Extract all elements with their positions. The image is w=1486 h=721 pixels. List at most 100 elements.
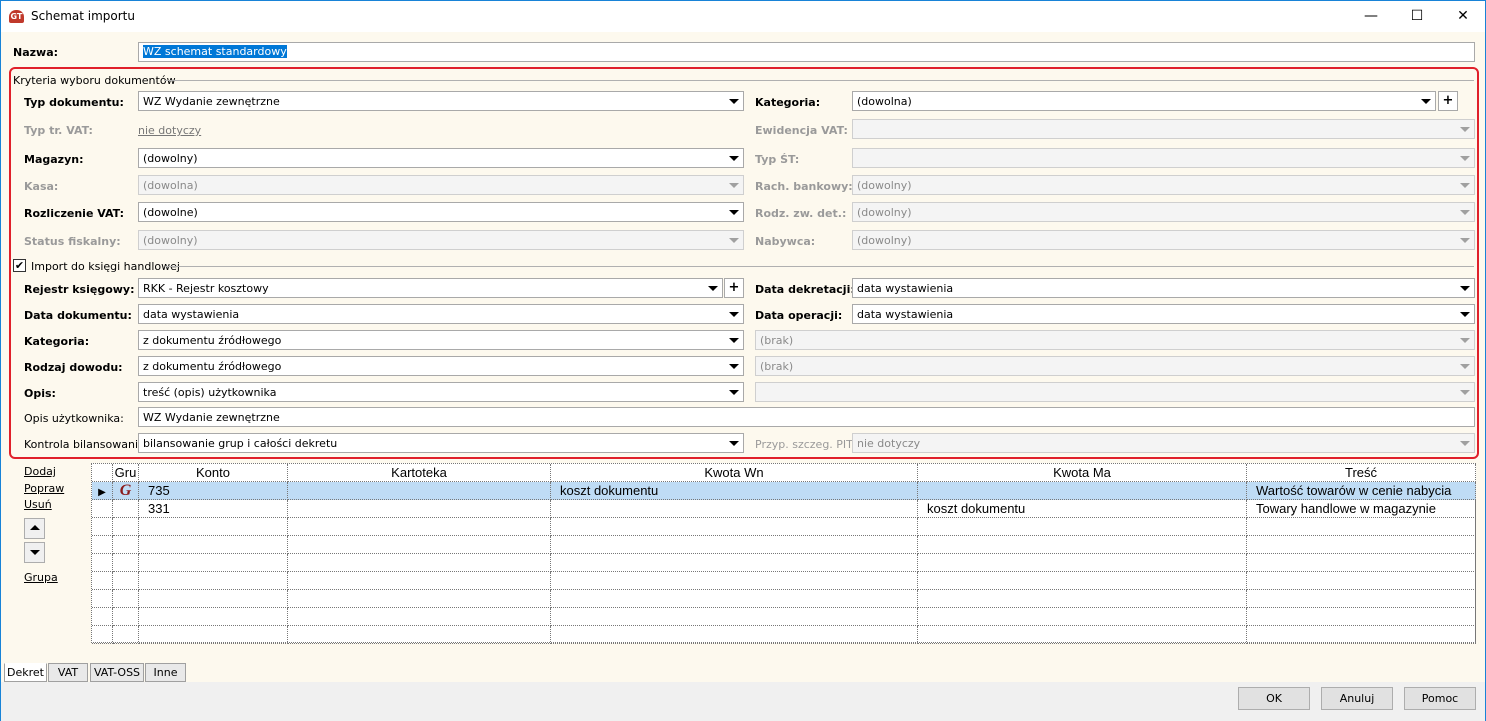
- table-row-cell[interactable]: Wartość towarów w cenie nabycia: [1247, 482, 1476, 500]
- kontrola-dropdown[interactable]: bilansowanie grup i całości dekretu: [138, 433, 744, 453]
- table-row-cell[interactable]: [918, 482, 1247, 500]
- empty-row-cell[interactable]: [551, 554, 918, 572]
- empty-row-cell[interactable]: [1247, 572, 1476, 590]
- grupa-link[interactable]: Grupa: [24, 571, 58, 584]
- tab-vat[interactable]: VAT: [48, 663, 88, 682]
- empty-row-cell[interactable]: [288, 554, 551, 572]
- column-header-kartoteka[interactable]: Kartoteka: [288, 464, 551, 482]
- empty-row-cell[interactable]: [139, 536, 288, 554]
- move-down-button[interactable]: [24, 542, 45, 563]
- add-rejestr-button[interactable]: +: [724, 278, 744, 298]
- table-row-cell[interactable]: koszt dokumentu: [918, 500, 1247, 518]
- usun-link[interactable]: Usuń: [24, 498, 52, 511]
- empty-row-cell[interactable]: [918, 536, 1247, 554]
- empty-row-cell[interactable]: [918, 554, 1247, 572]
- empty-row-cell[interactable]: [918, 572, 1247, 590]
- tab-inne[interactable]: Inne: [145, 663, 186, 682]
- kategoria-dropdown[interactable]: z dokumentu źródłowego: [138, 330, 744, 350]
- data-operacji-dropdown[interactable]: data wystawienia: [852, 304, 1475, 324]
- magazyn-dropdown[interactable]: (dowolny): [138, 148, 744, 168]
- typ-tr-vat-link[interactable]: nie dotyczy: [138, 124, 201, 137]
- empty-row-cell[interactable]: [92, 554, 113, 572]
- empty-row-cell[interactable]: [918, 518, 1247, 536]
- rodzaj-dowodu-dropdown[interactable]: z dokumentu źródłowego: [138, 356, 744, 376]
- empty-row-cell[interactable]: [92, 590, 113, 608]
- import-checkbox[interactable]: ✔: [13, 259, 26, 272]
- column-header-kwota-wn[interactable]: Kwota Wn: [551, 464, 918, 482]
- empty-row-cell[interactable]: [139, 572, 288, 590]
- dekret-grid[interactable]: Gru Konto Kartoteka Kwota Wn Kwota Ma Treść ▶ G…: [91, 463, 1476, 644]
- empty-row-cell[interactable]: [139, 518, 288, 536]
- empty-row-cell[interactable]: [139, 626, 288, 644]
- empty-row-cell[interactable]: [288, 572, 551, 590]
- table-row-cell[interactable]: [288, 482, 551, 500]
- empty-row-cell[interactable]: [92, 608, 113, 626]
- empty-row-cell[interactable]: [1247, 590, 1476, 608]
- empty-row-cell[interactable]: [1247, 554, 1476, 572]
- ok-button[interactable]: OK: [1238, 687, 1310, 710]
- table-row-cell[interactable]: 331: [139, 500, 288, 518]
- close-button[interactable]: ✕: [1440, 1, 1486, 32]
- empty-row-cell[interactable]: [551, 626, 918, 644]
- empty-row-cell[interactable]: [113, 608, 139, 626]
- empty-row-cell[interactable]: [288, 590, 551, 608]
- empty-row-cell[interactable]: [551, 518, 918, 536]
- empty-row-cell[interactable]: [113, 590, 139, 608]
- empty-row-cell[interactable]: [1247, 608, 1476, 626]
- table-row-cell[interactable]: [288, 500, 551, 518]
- empty-row-cell[interactable]: [1247, 518, 1476, 536]
- empty-row-cell[interactable]: [92, 572, 113, 590]
- help-button[interactable]: Pomoc: [1404, 687, 1476, 710]
- empty-row-cell[interactable]: [1247, 536, 1476, 554]
- dodaj-link[interactable]: Dodaj: [24, 465, 56, 478]
- opis-dropdown[interactable]: treść (opis) użytkownika: [138, 382, 744, 402]
- empty-row-cell[interactable]: [551, 608, 918, 626]
- empty-row-cell[interactable]: [113, 572, 139, 590]
- table-row-cell[interactable]: G: [113, 482, 139, 500]
- move-up-button[interactable]: [24, 518, 45, 539]
- empty-row-cell[interactable]: [113, 536, 139, 554]
- empty-row-cell[interactable]: [551, 572, 918, 590]
- empty-row-cell[interactable]: [1247, 626, 1476, 644]
- empty-row-cell[interactable]: [551, 590, 918, 608]
- table-row-cell[interactable]: [92, 500, 113, 518]
- data-dekretacji-dropdown[interactable]: data wystawienia: [852, 278, 1475, 298]
- empty-row-cell[interactable]: [139, 554, 288, 572]
- opis-uzytkownika-input[interactable]: WZ Wydanie zewnętrzne: [138, 407, 1475, 427]
- table-row-cell[interactable]: koszt dokumentu: [551, 482, 918, 500]
- empty-row-cell[interactable]: [918, 608, 1247, 626]
- maximize-button[interactable]: ☐: [1394, 1, 1440, 32]
- add-kategoria-button[interactable]: +: [1438, 91, 1458, 111]
- empty-row-cell[interactable]: [92, 518, 113, 536]
- kategoria-dropdown[interactable]: (dowolna): [852, 91, 1436, 111]
- empty-row-cell[interactable]: [113, 518, 139, 536]
- empty-row-cell[interactable]: [92, 626, 113, 644]
- tab-dekret[interactable]: Dekret: [4, 663, 47, 682]
- typ-dokumentu-dropdown[interactable]: WZ Wydanie zewnętrzne: [138, 91, 744, 111]
- table-row-cell[interactable]: Towary handlowe w magazynie: [1247, 500, 1476, 518]
- empty-row-cell[interactable]: [288, 536, 551, 554]
- empty-row-cell[interactable]: [139, 590, 288, 608]
- minimize-button[interactable]: —: [1348, 1, 1394, 32]
- table-row-cell[interactable]: [551, 500, 918, 518]
- cancel-button[interactable]: Anuluj: [1321, 687, 1393, 710]
- empty-row-cell[interactable]: [918, 590, 1247, 608]
- table-row-cell[interactable]: 735: [139, 482, 288, 500]
- empty-row-cell[interactable]: [139, 608, 288, 626]
- empty-row-cell[interactable]: [113, 554, 139, 572]
- empty-row-cell[interactable]: [288, 518, 551, 536]
- empty-row-cell[interactable]: [288, 626, 551, 644]
- rejestr-dropdown[interactable]: RKK - Rejestr kosztowy: [138, 278, 723, 298]
- table-row-cell[interactable]: ▶: [92, 482, 113, 500]
- column-header-group[interactable]: Gru: [113, 464, 139, 482]
- rozliczenie-vat-dropdown[interactable]: (dowolne): [138, 202, 744, 222]
- popraw-link[interactable]: Popraw: [24, 482, 64, 495]
- empty-row-cell[interactable]: [288, 608, 551, 626]
- nazwa-input[interactable]: WZ schemat standardowy: [138, 42, 1475, 62]
- empty-row-cell[interactable]: [113, 626, 139, 644]
- table-row-cell[interactable]: [113, 500, 139, 518]
- empty-row-cell[interactable]: [551, 536, 918, 554]
- empty-row-cell[interactable]: [92, 536, 113, 554]
- empty-row-cell[interactable]: [918, 626, 1247, 644]
- column-header-indicator[interactable]: [92, 464, 113, 482]
